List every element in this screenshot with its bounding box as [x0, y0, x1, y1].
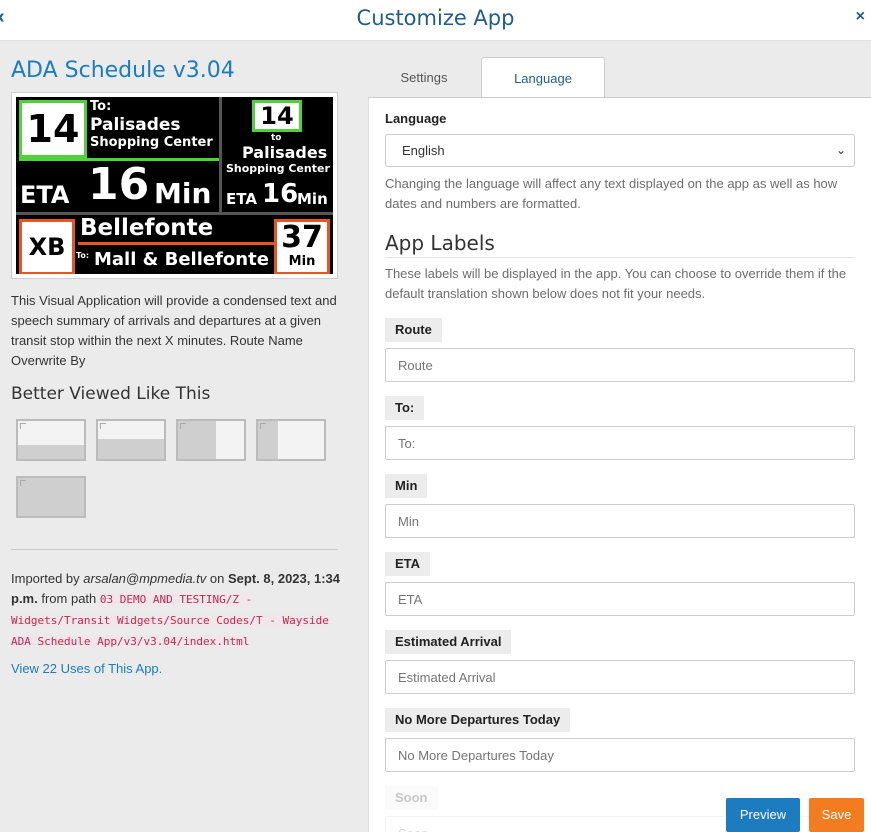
layout-thumbnail-bottom-bar[interactable] — [16, 419, 86, 461]
import-info: Imported by arsalan@mpmedia.tv on Sept. … — [11, 569, 346, 652]
tab-settings[interactable]: Settings — [368, 57, 480, 98]
app-preview-display: 14 To: Palisades Shopping Center ETA 16 … — [16, 97, 333, 274]
field-label-eta: ETA — [385, 552, 431, 576]
settings-panel: Settings Language Language English ⌄ Cha… — [350, 41, 871, 832]
corner-icon — [20, 480, 26, 486]
preview-destination-small: Palisades — [242, 143, 328, 162]
language-tab-content: Language English ⌄ Changing the language… — [368, 97, 871, 832]
corner-icon — [180, 423, 186, 429]
divider — [11, 549, 338, 550]
close-icon[interactable]: × — [856, 8, 865, 26]
layout-thumbnail-left-strip[interactable] — [256, 419, 326, 461]
language-select-value: English — [402, 143, 445, 158]
preview-destination-xb: Bellefonte — [80, 215, 214, 241]
min-input[interactable] — [385, 504, 855, 538]
preview-minutes-label: Min — [288, 254, 316, 269]
preview-to-label-small: to — [271, 133, 282, 143]
estimated-arrival-input[interactable] — [385, 660, 855, 694]
preview-eta-label-small: ETA — [226, 190, 257, 208]
app-preview-image: 14 To: Palisades Shopping Center ETA 16 … — [11, 92, 338, 279]
preview-route-box-small: 14 — [252, 100, 302, 132]
corner-icon — [100, 423, 106, 429]
field-label-to: To: — [385, 396, 425, 420]
app-labels-heading: App Labels — [385, 231, 495, 255]
thumb-shade — [18, 445, 84, 459]
layout-thumbnail-bottom-half[interactable] — [96, 419, 166, 461]
preview-destination-sub-small: Shopping Center — [226, 162, 330, 175]
preview-destination: Palisades — [90, 115, 181, 135]
preview-minutes-box: 37 Min — [274, 219, 330, 274]
preview-min-label: Min — [154, 177, 212, 210]
preview-destination-sub: Shopping Center — [90, 135, 213, 150]
field-label-soon: Soon — [385, 786, 438, 810]
thumb-shade — [18, 478, 84, 516]
view-uses-link[interactable]: View 22 Uses of This App. — [11, 661, 162, 676]
preview-destination-sub-xb: Mall & Bellefonte — [94, 249, 269, 270]
preview-min-label-small: Min — [297, 190, 328, 208]
app-title: ADA Schedule v3.04 — [11, 58, 235, 83]
preview-eta-label: ETA — [20, 181, 70, 209]
thumb-shade — [98, 439, 164, 459]
import-on: on — [206, 571, 228, 586]
no-more-departures-input[interactable] — [385, 738, 855, 772]
import-from: from path — [37, 591, 100, 606]
corner-icon — [260, 423, 266, 429]
preview-eta-value-small: 16 — [262, 179, 299, 209]
better-viewed-title: Better Viewed Like This — [11, 384, 211, 404]
corner-icon — [20, 423, 26, 429]
tab-language[interactable]: Language — [481, 57, 605, 98]
field-label-estimated-arrival: Estimated Arrival — [385, 630, 512, 654]
layout-thumbnail-full[interactable] — [16, 476, 86, 518]
save-button[interactable]: Save — [809, 798, 864, 832]
to-input[interactable] — [385, 426, 855, 460]
preview-minutes-value: 37 — [281, 220, 323, 255]
chevron-down-icon: ⌄ — [835, 143, 846, 157]
preview-to-label-xb: To: — [76, 251, 90, 260]
import-user: arsalan@mpmedia.tv — [83, 571, 207, 586]
app-labels-help-text: These labels will be displayed in the ap… — [385, 266, 847, 301]
field-label-no-more-departures: No More Departures Today — [385, 708, 571, 732]
preview-route-box-xb: XB — [19, 219, 75, 274]
app-description: This Visual Application will provide a c… — [11, 293, 337, 368]
preview-divider — [219, 97, 222, 212]
preview-divider — [78, 242, 274, 245]
language-select[interactable]: English ⌄ — [385, 134, 855, 167]
preview-to-label: To: — [90, 99, 112, 114]
modal-title: Customize App — [356, 6, 515, 30]
route-input[interactable] — [385, 348, 855, 382]
preview-button[interactable]: Preview — [726, 798, 800, 832]
language-help-text: Changing the language will affect any te… — [385, 176, 838, 211]
layout-thumbnail-left-half[interactable] — [176, 419, 246, 461]
eta-input[interactable] — [385, 582, 855, 616]
preview-eta-value: 16 — [88, 159, 150, 210]
field-label-min: Min — [385, 474, 428, 498]
modal-header: ‹ Customize App × — [0, 0, 871, 41]
import-prefix: Imported by — [11, 571, 84, 586]
divider — [385, 257, 855, 258]
field-label-route: Route — [385, 318, 442, 342]
app-info-panel: ADA Schedule v3.04 14 To: Palisades Shop… — [0, 41, 350, 832]
language-label: Language — [385, 111, 447, 126]
preview-route-box: 14 — [19, 100, 87, 158]
